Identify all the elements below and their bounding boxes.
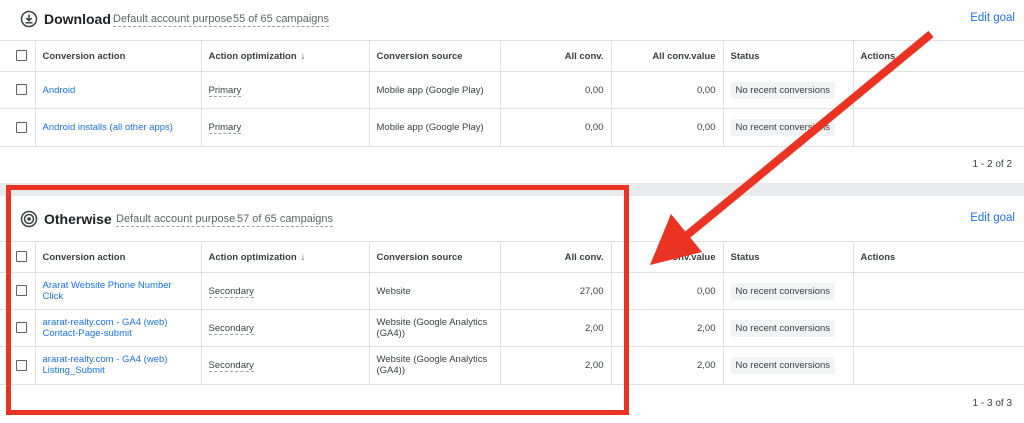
actions-cell xyxy=(853,71,1024,109)
table-header-row: Conversion action Action optimization ↓ C… xyxy=(0,241,1024,273)
target-icon xyxy=(20,210,38,228)
col-action-optimization[interactable]: Action optimization ↓ xyxy=(201,241,370,273)
col-action-optimization[interactable]: Action optimization ↓ xyxy=(201,40,370,72)
select-all-cell[interactable] xyxy=(0,40,36,72)
row-checkbox[interactable] xyxy=(16,84,27,96)
all-conv-value: 0,00 xyxy=(500,71,612,109)
col-actions: Actions xyxy=(853,40,1024,72)
download-icon xyxy=(20,10,38,28)
col-status[interactable]: Status xyxy=(723,241,854,273)
goal-header: Download Default account purpose 55 of 6… xyxy=(0,0,1024,40)
actions-cell xyxy=(853,272,1024,310)
all-conv-value: 2,00 xyxy=(500,346,612,384)
conversion-source: Mobile app (Google Play) xyxy=(369,71,501,109)
goal-section-otherwise: Otherwise Default account purpose 57 of … xyxy=(0,196,1024,423)
status-badge: No recent conversions xyxy=(730,356,836,374)
sort-down-icon[interactable]: ↓ xyxy=(301,51,306,62)
conversion-table: Conversion action Action optimization ↓ C… xyxy=(0,40,1024,146)
section-divider xyxy=(0,183,1024,196)
optimization-value[interactable]: Primary xyxy=(208,121,242,134)
all-conv-value: 27,00 xyxy=(500,272,612,310)
goal-header: Otherwise Default account purpose 57 of … xyxy=(0,200,1024,240)
all-conv-value-amount: 2,00 xyxy=(611,309,724,347)
goal-campaigns[interactable]: 55 of 65 campaigns xyxy=(233,13,330,27)
conversion-source: Mobile app (Google Play) xyxy=(369,108,501,146)
all-conv-value-amount: 0,00 xyxy=(611,71,724,109)
col-all-conv-value[interactable]: All conv.value xyxy=(611,40,724,72)
conversion-action-link[interactable]: ararat-realty.com - GA4 (web) Contact-Pa… xyxy=(43,317,168,339)
goal-purpose[interactable]: Default account purpose xyxy=(113,13,233,27)
all-conv-value: 0,00 xyxy=(500,108,612,146)
table-divider xyxy=(0,384,1024,385)
row-checkbox[interactable] xyxy=(16,359,27,371)
goal-title: Otherwise xyxy=(44,211,112,227)
optimization-value[interactable]: Secondary xyxy=(208,359,254,372)
goal-purpose[interactable]: Default account purpose xyxy=(116,213,236,227)
col-conversion-action[interactable]: Conversion action xyxy=(35,241,202,273)
table-row: ararat-realty.com - GA4 (web) Listing_Su… xyxy=(0,346,1024,384)
conversion-source: Website xyxy=(369,272,501,310)
status-badge: No recent conversions xyxy=(730,81,836,99)
col-all-conv[interactable]: All conv. xyxy=(500,40,612,72)
optimization-value[interactable]: Primary xyxy=(208,84,242,97)
status-badge: No recent conversions xyxy=(730,319,836,337)
conversion-table: Conversion action Action optimization ↓ C… xyxy=(0,241,1024,384)
select-all-checkbox[interactable] xyxy=(16,251,27,263)
table-row: Android Primary Mobile app (Google Play)… xyxy=(0,71,1024,109)
table-row: Ararat Website Phone Number Click Second… xyxy=(0,272,1024,310)
col-status[interactable]: Status xyxy=(723,40,854,72)
actions-cell xyxy=(853,108,1024,146)
goal-campaigns[interactable]: 57 of 65 campaigns xyxy=(237,213,334,227)
conversion-action-link[interactable]: Android xyxy=(43,85,76,96)
conversion-action-link[interactable]: Ararat Website Phone Number Click xyxy=(43,280,172,302)
conversion-source: Website (Google Analytics (GA4)) xyxy=(369,309,501,347)
all-conv-value-amount: 2,00 xyxy=(611,346,724,384)
all-conv-value-amount: 0,00 xyxy=(611,108,724,146)
col-conversion-action[interactable]: Conversion action xyxy=(35,40,202,72)
actions-cell xyxy=(853,346,1024,384)
conversion-action-link[interactable]: Android installs (all other apps) xyxy=(43,122,173,133)
pagination-text: 1 - 3 of 3 xyxy=(972,398,1012,409)
goal-section-download: Download Default account purpose 55 of 6… xyxy=(0,0,1024,183)
pagination-text: 1 - 2 of 2 xyxy=(972,159,1012,170)
col-conversion-source[interactable]: Conversion source xyxy=(369,241,501,273)
optimization-value[interactable]: Secondary xyxy=(208,285,254,298)
col-actions: Actions xyxy=(853,241,1024,273)
sort-down-icon[interactable]: ↓ xyxy=(301,252,306,263)
row-checkbox[interactable] xyxy=(16,121,27,133)
all-conv-value: 2,00 xyxy=(500,309,612,347)
all-conv-value-amount: 0,00 xyxy=(611,272,724,310)
col-label: Action optimization xyxy=(208,251,297,263)
table-row: ararat-realty.com - GA4 (web) Contact-Pa… xyxy=(0,309,1024,347)
edit-goal-button[interactable]: Edit goal xyxy=(970,212,1015,224)
col-all-conv[interactable]: All conv. xyxy=(500,241,612,273)
actions-cell xyxy=(853,309,1024,347)
row-checkbox[interactable] xyxy=(16,285,27,297)
select-all-cell[interactable] xyxy=(0,241,36,273)
table-header-row: Conversion action Action optimization ↓ C… xyxy=(0,40,1024,72)
col-label: Action optimization xyxy=(208,50,297,62)
conversion-source: Website (Google Analytics (GA4)) xyxy=(369,346,501,384)
table-row: Android installs (all other apps) Primar… xyxy=(0,108,1024,146)
select-all-checkbox[interactable] xyxy=(16,50,27,62)
conversion-action-link[interactable]: ararat-realty.com - GA4 (web) Listing_Su… xyxy=(43,354,168,376)
status-badge: No recent conversions xyxy=(730,282,836,300)
optimization-value[interactable]: Secondary xyxy=(208,322,254,335)
col-all-conv-value[interactable]: All conv.value xyxy=(611,241,724,273)
col-conversion-source[interactable]: Conversion source xyxy=(369,40,501,72)
goal-title: Download xyxy=(44,11,111,27)
edit-goal-button[interactable]: Edit goal xyxy=(970,12,1015,24)
row-checkbox[interactable] xyxy=(16,322,27,334)
status-badge: No recent conversions xyxy=(730,118,836,136)
table-divider xyxy=(0,146,1024,147)
